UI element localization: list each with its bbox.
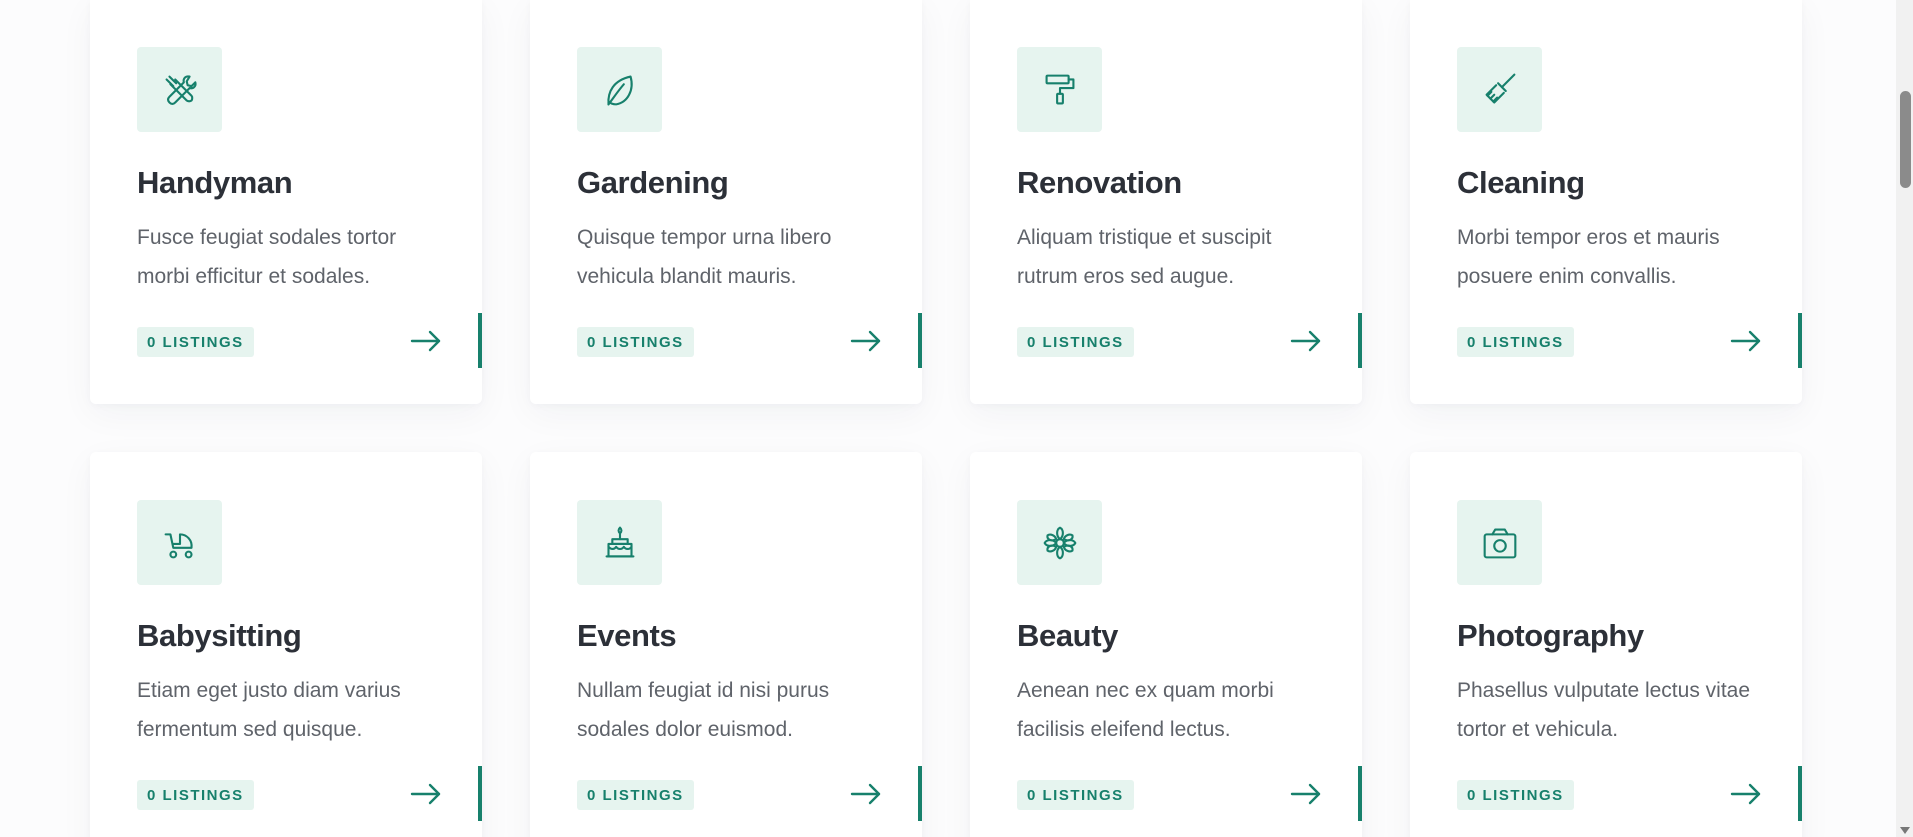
card-accent-bar <box>1358 313 1362 368</box>
card-accent-bar <box>478 766 482 821</box>
cake-icon <box>577 500 662 585</box>
category-card-handyman[interactable]: Handyman Fusce feugiat sodales tortor mo… <box>90 0 482 404</box>
category-title: Beauty <box>1017 618 1118 653</box>
baby-carriage-icon <box>137 500 222 585</box>
category-card-gardening[interactable]: Gardening Quisque tempor urna libero veh… <box>530 0 922 404</box>
category-description: Morbi tempor eros et mauris posuere enim… <box>1457 226 1720 288</box>
listings-badge: 0 LISTINGS <box>577 780 694 810</box>
card-accent-bar <box>918 313 922 368</box>
tools-icon <box>137 47 222 132</box>
category-card-beauty[interactable]: Beauty Aenean nec ex quam morbi facilisi… <box>970 452 1362 837</box>
scroll-down-arrow-icon[interactable] <box>1900 827 1910 834</box>
paint-roller-icon <box>1017 47 1102 132</box>
listings-badge: 0 LISTINGS <box>577 327 694 357</box>
broom-icon <box>1457 47 1542 132</box>
category-card-events[interactable]: Events Nullam feugiat id nisi purus soda… <box>530 452 922 837</box>
arrow-right-icon[interactable] <box>1730 327 1762 355</box>
category-title: Gardening <box>577 165 729 200</box>
arrow-right-icon[interactable] <box>410 327 442 355</box>
category-card-photography[interactable]: Photography Phasellus vulputate lectus v… <box>1410 452 1802 837</box>
listings-badge: 0 LISTINGS <box>1017 327 1134 357</box>
category-description: Aenean nec ex quam morbi facilisis eleif… <box>1017 679 1274 741</box>
arrow-right-icon[interactable] <box>1290 327 1322 355</box>
listings-badge: 0 LISTINGS <box>137 780 254 810</box>
category-title: Renovation <box>1017 165 1182 200</box>
category-card-babysitting[interactable]: Babysitting Etiam eget justo diam varius… <box>90 452 482 837</box>
category-description: Quisque tempor urna libero vehicula blan… <box>577 226 832 288</box>
category-card-renovation[interactable]: Renovation Aliquam tristique et suscipit… <box>970 0 1362 404</box>
category-title: Handyman <box>137 165 293 200</box>
vertical-scrollbar[interactable] <box>1896 0 1913 837</box>
card-accent-bar <box>918 766 922 821</box>
category-description: Etiam eget justo diam varius fermentum s… <box>137 679 401 741</box>
arrow-right-icon[interactable] <box>850 327 882 355</box>
arrow-right-icon[interactable] <box>410 780 442 808</box>
camera-icon <box>1457 500 1542 585</box>
category-description: Phasellus vulputate lectus vitae tortor … <box>1457 679 1751 741</box>
category-description: Fusce feugiat sodales tortor morbi effic… <box>137 226 397 288</box>
category-title: Cleaning <box>1457 165 1585 200</box>
category-description: Nullam feugiat id nisi purus sodales dol… <box>577 679 830 741</box>
category-description: Aliquam tristique et suscipit rutrum ero… <box>1017 226 1272 288</box>
card-accent-bar <box>1358 766 1362 821</box>
category-grid: Handyman Fusce feugiat sodales tortor mo… <box>90 0 1802 837</box>
page: Handyman Fusce feugiat sodales tortor mo… <box>0 0 1896 837</box>
card-accent-bar <box>1798 766 1802 821</box>
scrollbar-thumb[interactable] <box>1900 91 1911 188</box>
card-accent-bar <box>478 313 482 368</box>
listings-badge: 0 LISTINGS <box>1457 780 1574 810</box>
category-title: Photography <box>1457 618 1644 653</box>
category-title: Events <box>577 618 677 653</box>
listings-badge: 0 LISTINGS <box>1457 327 1574 357</box>
listings-badge: 0 LISTINGS <box>1017 780 1134 810</box>
arrow-right-icon[interactable] <box>1290 780 1322 808</box>
arrow-right-icon[interactable] <box>1730 780 1762 808</box>
listings-badge: 0 LISTINGS <box>137 327 254 357</box>
category-card-cleaning[interactable]: Cleaning Morbi tempor eros et mauris pos… <box>1410 0 1802 404</box>
category-title: Babysitting <box>137 618 302 653</box>
arrow-right-icon[interactable] <box>850 780 882 808</box>
leaf-icon <box>577 47 662 132</box>
flower-icon <box>1017 500 1102 585</box>
card-accent-bar <box>1798 313 1802 368</box>
